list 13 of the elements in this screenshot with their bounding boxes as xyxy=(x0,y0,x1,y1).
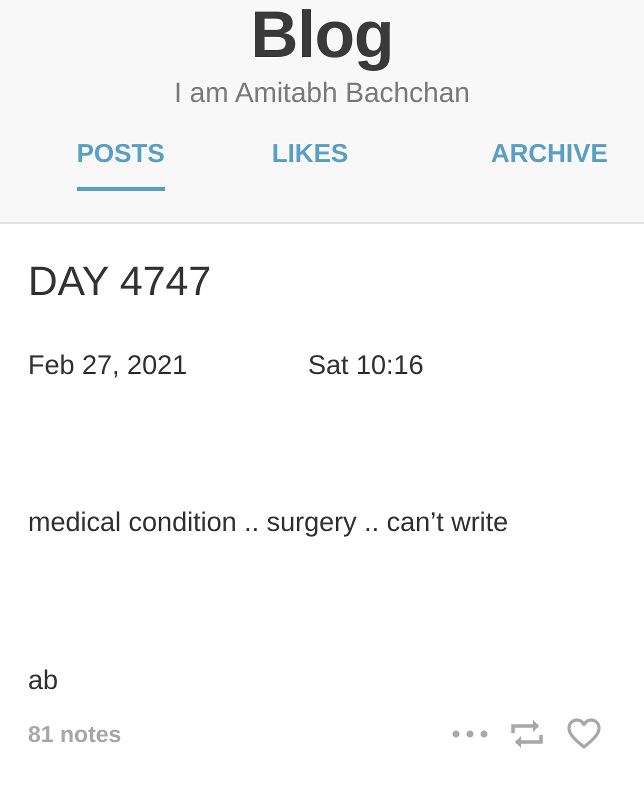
post-text: ab xyxy=(28,664,60,697)
notes-count[interactable]: 81 notes xyxy=(28,720,452,748)
nav-tab[interactable]: ARCHIVE xyxy=(490,126,608,191)
post-time: Sat 10:16 xyxy=(308,350,424,381)
blog-subtitle: I am Amitabh Bachchan xyxy=(174,76,470,110)
nav-tab[interactable]: LIKES xyxy=(272,126,348,191)
post-date: Feb 27, 2021 xyxy=(28,350,188,381)
nav-tab[interactable]: POSTS xyxy=(76,126,165,191)
post-text: medical condition .. surgery .. can’t write xyxy=(28,506,510,539)
more-icon[interactable] xyxy=(452,729,488,739)
heart-icon[interactable] xyxy=(566,718,602,750)
blog-title: Blog xyxy=(250,0,394,73)
post-title: DAY 4747 xyxy=(28,257,212,306)
